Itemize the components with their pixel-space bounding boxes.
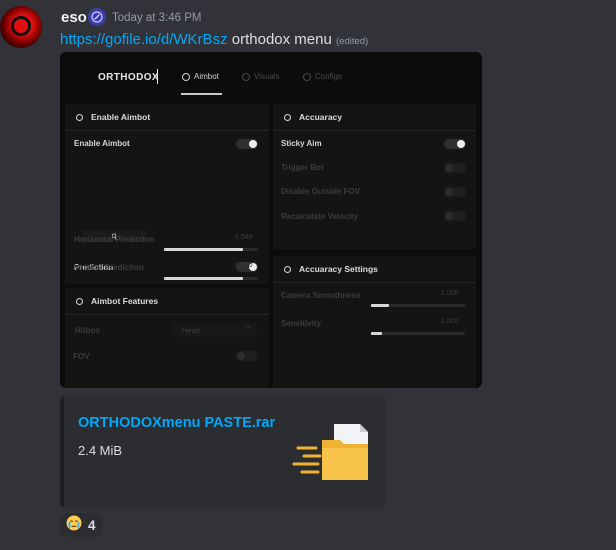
file-attachment: ORTHODOXmenu PASTE.rar 2.4 MiB: [60, 396, 385, 507]
divider: [273, 130, 476, 131]
accuracy-section-title: Accuaracy: [284, 112, 342, 122]
message-link[interactable]: https://gofile.io/d/WKrBsz: [60, 31, 228, 48]
globe-icon: [303, 72, 311, 81]
horizontal-prediction-slider: [164, 248, 258, 251]
trigger-bot-label: Trigger Bot: [281, 163, 324, 172]
divider: [65, 130, 269, 131]
enable-aimbot-section-title: Enable Aimbot: [76, 112, 150, 122]
crosshair-icon: [76, 297, 83, 305]
crosshair-icon: [284, 113, 291, 121]
section-title-text: Accuaracy: [299, 112, 343, 122]
message-text: orthodox menu: [231, 31, 332, 48]
message-timestamp[interactable]: Today at 3:46 PM: [112, 12, 202, 24]
section-title-text: Aimbot Features: [91, 296, 159, 306]
sticky-aim-toggle: [444, 139, 466, 149]
fov-label: FOV: [73, 352, 90, 361]
trigger-bot-toggle: [444, 163, 466, 173]
disable-outside-fov-toggle: [444, 187, 466, 197]
avatar-emblem-icon: [11, 16, 31, 36]
aimbot-features-section-title: Aimbot Features: [76, 296, 158, 306]
reaction-button[interactable]: 4: [60, 513, 103, 537]
accuracy-settings-panel: Accuaracy Settings Camera Smoothness 1.0…: [273, 256, 476, 388]
fov-toggle: [236, 351, 258, 361]
horizontal-prediction-value: 6.548: [235, 234, 253, 241]
camera-smoothness-slider: [371, 304, 465, 307]
toggle-knob: [249, 140, 257, 148]
section-title-text: Enable Aimbot: [91, 112, 151, 122]
slider-fill: [164, 277, 243, 280]
tab-active-indicator: [181, 93, 222, 95]
hitbox-dropdown-value: Head: [182, 326, 200, 335]
divider: [273, 282, 476, 283]
attachment-filename[interactable]: ORTHODOXmenu PASTE.rar: [78, 415, 275, 431]
enable-aimbot-toggle: [236, 139, 258, 149]
sensitivity-slider: [371, 332, 465, 335]
crying-face-icon: [66, 515, 82, 536]
toggle-knob: [445, 212, 453, 220]
camera-smoothness-value: 1.000: [441, 290, 459, 297]
section-title-text: Accuaracy Settings: [299, 264, 378, 274]
vertical-prediction-value: 6.500: [235, 262, 253, 269]
sticky-aim-label: Sticky Aim: [281, 139, 322, 148]
recalculate-velocity-label: Recalculate Velocity: [281, 212, 358, 221]
role-badge-icon[interactable]: [88, 8, 106, 26]
crosshair-icon: [76, 113, 83, 121]
avatar[interactable]: [0, 6, 42, 48]
camera-smoothness-label: Camera Smoothness: [281, 291, 361, 300]
edited-indicator: (edited): [336, 36, 369, 47]
crosshair-icon: [182, 72, 190, 81]
tab-aimbot-label: Aimbot: [194, 72, 219, 81]
tab-configs-label: Configs: [315, 72, 343, 81]
archive-file-icon: [292, 422, 372, 482]
tab-configs: Configs: [303, 72, 342, 81]
hitbox-dropdown: Head ⌃: [173, 323, 257, 337]
message-content: https://gofile.io/d/WKrBsz orthodox menu…: [60, 31, 368, 48]
sensitivity-value: 1.000: [441, 318, 459, 325]
slider-fill: [371, 304, 389, 307]
embedded-image[interactable]: ORTHODOX Aimbot Visuals Configs Enable A…: [60, 52, 482, 388]
toggle-knob: [445, 188, 453, 196]
crosshair-icon: [284, 265, 291, 273]
recalculate-velocity-toggle: [444, 211, 466, 221]
vertical-prediction-slider: [164, 277, 258, 280]
menu-title: ORTHODOX: [98, 72, 159, 83]
slider-fill: [371, 332, 383, 335]
divider: [65, 314, 269, 315]
enable-aimbot-label: Enable Aimbot: [74, 139, 130, 148]
tab-aimbot: Aimbot: [182, 72, 219, 81]
attachment-size: 2.4 MiB: [78, 443, 123, 458]
enable-aimbot-panel: Enable Aimbot Enable Aimbot q Prediction: [65, 104, 269, 284]
tab-visuals: Visuals: [242, 72, 280, 81]
vertical-prediction-label: Vertical Prediction: [74, 263, 144, 272]
toggle-knob: [457, 140, 465, 148]
aimbot-features-panel: Aimbot Features Hitbox Head ⌃ FOV: [65, 288, 269, 388]
username[interactable]: eso: [61, 9, 87, 26]
tab-visuals-label: Visuals: [254, 72, 280, 81]
toggle-knob: [237, 352, 245, 360]
dropdown-arrow-icon: ⌃: [245, 325, 252, 334]
sensitivity-label: Sensitivity: [281, 319, 322, 328]
eye-icon: [242, 72, 250, 81]
toggle-knob: [445, 164, 453, 172]
text-cursor: [157, 69, 158, 84]
slider-fill: [164, 248, 243, 251]
disable-outside-fov-label: Disable Outside FOV: [281, 187, 361, 196]
hitbox-label: Hitbox: [75, 326, 100, 335]
accuracy-settings-section-title: Accuaracy Settings: [284, 264, 378, 274]
reaction-count: 4: [88, 517, 96, 533]
accuracy-panel: Accuaracy Sticky Aim Trigger Bot Disable…: [273, 104, 476, 249]
horizontal-prediction-label: Horizontal Prediction: [74, 235, 155, 244]
